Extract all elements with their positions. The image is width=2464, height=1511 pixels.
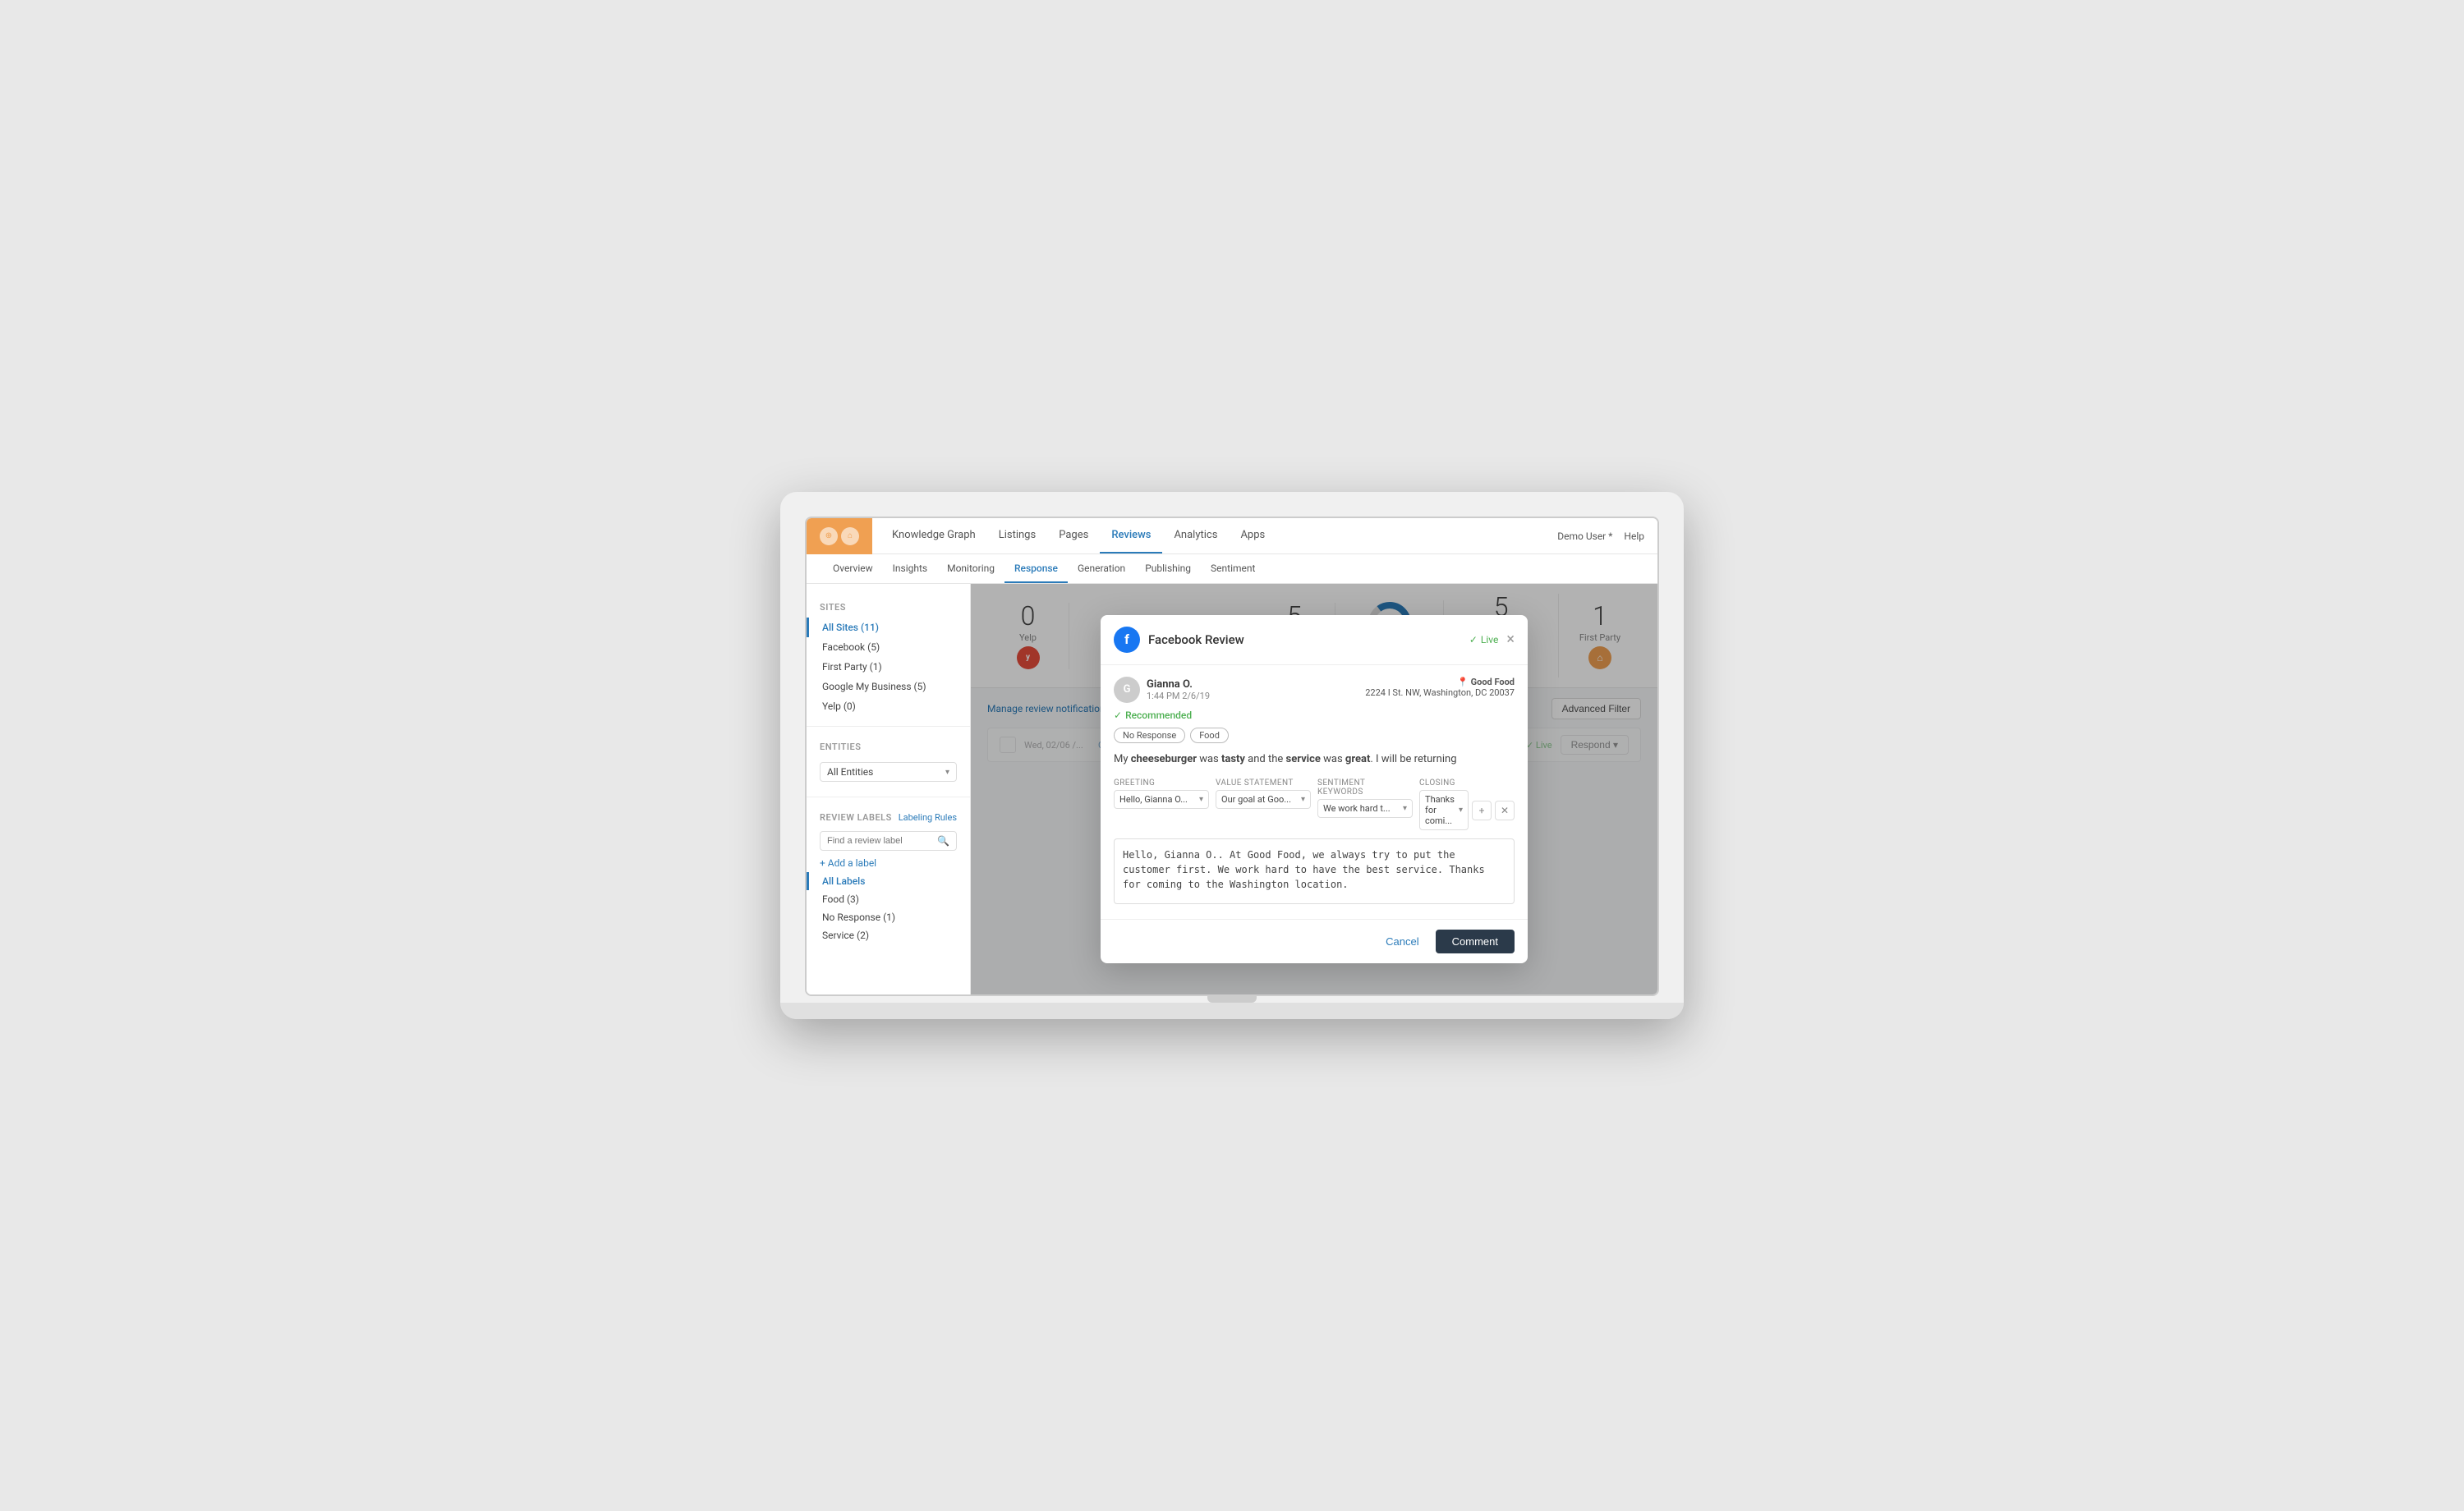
sidebar: Sites All Sites (11) Facebook (5) First … (807, 584, 971, 994)
add-label-link[interactable]: + Add a label (807, 854, 970, 872)
nav-reviews[interactable]: Reviews (1100, 518, 1162, 553)
label-all-labels[interactable]: All Labels (807, 872, 970, 890)
sidebar-yelp[interactable]: Yelp (0) (807, 696, 970, 716)
sub-nav-insights[interactable]: Insights (883, 554, 937, 583)
sites-title: Sites (807, 597, 970, 618)
modal-title: Facebook Review (1148, 632, 1461, 647)
sentiment-chevron-icon: ▾ (1403, 804, 1407, 813)
sub-nav-generation[interactable]: Generation (1068, 554, 1135, 583)
reviewer-time: 1:44 PM 2/6/19 (1147, 691, 1210, 701)
label-food[interactable]: Food (3) (807, 890, 970, 908)
reviewer-left: G Gianna O. 1:44 PM 2/6/19 (1114, 677, 1210, 703)
main-content: 0 Yelp y No rating breakdown to display … (971, 584, 1657, 994)
find-review-label-container: 🔍 (820, 831, 957, 851)
sub-nav-sentiment[interactable]: Sentiment (1201, 554, 1265, 583)
label-service[interactable]: Service (2) (807, 926, 970, 944)
reviewer-name: Gianna O. (1147, 678, 1210, 691)
tag-no-response[interactable]: No Response (1114, 728, 1185, 743)
entities-section: All Entities ▾ (807, 757, 970, 787)
recommended-badge: ✓ Recommended (1114, 710, 1515, 721)
modal-header: f Facebook Review ✓ Live × (1101, 615, 1528, 665)
reviewer-avatar: G (1114, 677, 1140, 703)
modal-body: G Gianna O. 1:44 PM 2/6/19 📍 (1101, 665, 1528, 920)
nav-pages[interactable]: Pages (1047, 518, 1100, 553)
sentiment-group: SENTIMENT KEYWORDS We work hard t... ▾ (1317, 778, 1413, 830)
review-labels-title: Review Labels (820, 812, 892, 823)
demo-user[interactable]: Demo User * (1557, 530, 1612, 542)
logo-icon-1: ⊕ (820, 527, 838, 545)
laptop-notch (1207, 996, 1257, 1003)
greeting-label: GREETING (1114, 778, 1209, 788)
comment-button[interactable]: Comment (1436, 930, 1515, 953)
facebook-review-modal: f Facebook Review ✓ Live × (1101, 615, 1528, 964)
response-dropdowns: GREETING Hello, Gianna O... ▾ VALUE STAT… (1114, 778, 1515, 830)
main-layout: Sites All Sites (11) Facebook (5) First … (807, 584, 1657, 994)
help-link[interactable]: Help (1624, 530, 1644, 542)
response-textarea[interactable]: Hello, Gianna O.. At Good Food, we alway… (1114, 838, 1515, 904)
sub-nav-publishing[interactable]: Publishing (1135, 554, 1201, 583)
modal-backdrop: f Facebook Review ✓ Live × (971, 584, 1657, 994)
value-statement-group: VALUE STATEMENT Our goal at Goo... ▾ (1216, 778, 1311, 830)
check-icon: ✓ (1114, 710, 1122, 721)
tags-row: No Response Food (1114, 728, 1515, 743)
sidebar-first-party[interactable]: First Party (1) (807, 657, 970, 677)
find-review-input[interactable] (827, 836, 934, 846)
sentiment-label: SENTIMENT KEYWORDS (1317, 778, 1413, 797)
nav-analytics[interactable]: Analytics (1162, 518, 1229, 553)
sub-nav-monitoring[interactable]: Monitoring (937, 554, 1004, 583)
top-nav: ⊕ ⌂ Knowledge Graph Listings Pages Revie… (807, 518, 1657, 554)
greeting-group: GREETING Hello, Gianna O... ▾ (1114, 778, 1209, 830)
closing-select[interactable]: Thanks for comi... ▾ (1419, 790, 1469, 830)
labeling-rules-link[interactable]: Labeling Rules (899, 812, 957, 823)
sidebar-all-sites[interactable]: All Sites (11) (807, 618, 970, 637)
review-labels-header: Review Labels Labeling Rules (807, 807, 970, 828)
reviewer-info: G Gianna O. 1:44 PM 2/6/19 📍 (1114, 677, 1515, 703)
checkmark-icon: ✓ (1469, 634, 1478, 645)
label-no-response[interactable]: No Response (1) (807, 908, 970, 926)
closing-chevron-icon: ▾ (1459, 806, 1463, 815)
modal-footer: Cancel Comment (1101, 919, 1528, 963)
chevron-down-icon: ▾ (945, 768, 949, 777)
sub-nav: Overview Insights Monitoring Response Ge… (807, 554, 1657, 584)
logo: ⊕ ⌂ (807, 518, 872, 554)
nav-listings[interactable]: Listings (987, 518, 1047, 553)
greeting-select[interactable]: Hello, Gianna O... ▾ (1114, 790, 1209, 809)
modal-fb-icon: f (1114, 627, 1140, 653)
laptop-base (780, 1003, 1684, 1019)
remove-action-icon[interactable]: ✕ (1495, 801, 1515, 820)
greeting-chevron-icon: ▾ (1199, 795, 1203, 804)
value-chevron-icon: ▾ (1301, 795, 1305, 804)
sub-nav-overview[interactable]: Overview (823, 554, 883, 583)
laptop-screen: ⊕ ⌂ Knowledge Graph Listings Pages Revie… (805, 517, 1659, 996)
review-text: My cheeseburger was tasty and the servic… (1114, 751, 1515, 768)
value-statement-label: VALUE STATEMENT (1216, 778, 1311, 788)
laptop-shell: ⊕ ⌂ Knowledge Graph Listings Pages Revie… (780, 492, 1684, 1019)
modal-close-button[interactable]: × (1506, 632, 1515, 647)
pin-icon: 📍 (1457, 677, 1469, 687)
location-address: 2224 I St. NW, Washington, DC 20037 (1365, 687, 1515, 698)
add-action-icon[interactable]: + (1472, 801, 1492, 820)
location-name: Good Food (1471, 677, 1515, 687)
sidebar-divider-1 (807, 726, 970, 727)
tag-food[interactable]: Food (1190, 728, 1229, 743)
closing-label: CLOSING (1419, 778, 1515, 788)
cancel-button[interactable]: Cancel (1376, 930, 1428, 953)
value-statement-select[interactable]: Our goal at Goo... ▾ (1216, 790, 1311, 809)
modal-live-badge: ✓ Live (1469, 634, 1499, 645)
nav-apps[interactable]: Apps (1229, 518, 1276, 553)
sub-nav-response[interactable]: Response (1004, 554, 1068, 583)
top-nav-right: Demo User * Help (1557, 530, 1657, 542)
entities-select[interactable]: All Entities ▾ (820, 762, 957, 782)
search-icon: 🔍 (937, 835, 949, 847)
logo-icon-2: ⌂ (841, 527, 859, 545)
reviewer-right: 📍 Good Food 2224 I St. NW, Washington, D… (1365, 677, 1515, 698)
closing-group: CLOSING Thanks for comi... ▾ + ✕ (1419, 778, 1515, 830)
entities-title: Entities (807, 737, 970, 757)
sidebar-google-my-business[interactable]: Google My Business (5) (807, 677, 970, 696)
nav-knowledge-graph[interactable]: Knowledge Graph (880, 518, 987, 553)
sentiment-select[interactable]: We work hard t... ▾ (1317, 799, 1413, 818)
top-nav-links: Knowledge Graph Listings Pages Reviews A… (880, 518, 1276, 553)
sidebar-facebook[interactable]: Facebook (5) (807, 637, 970, 657)
